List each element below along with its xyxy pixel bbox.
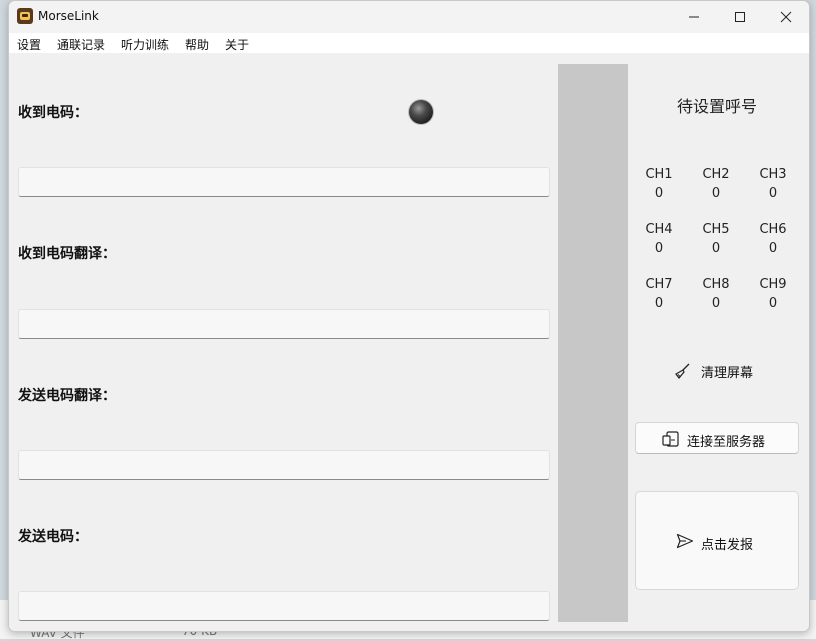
maximize-icon bbox=[735, 12, 745, 22]
received-translation-label: 收到电码翻译： bbox=[18, 246, 116, 262]
send-button[interactable]: 点击发报 bbox=[635, 491, 799, 590]
connect-server-label: 连接至服务器 bbox=[687, 435, 766, 450]
channel-name: CH2 bbox=[702, 167, 730, 182]
channel-name: CH1 bbox=[645, 167, 673, 182]
send-code-label: 发送电码： bbox=[18, 529, 88, 545]
channel-value: 0 bbox=[711, 296, 721, 311]
channel-value: 0 bbox=[711, 241, 721, 256]
panel-separator bbox=[558, 64, 628, 622]
callsign-title: 待设置呼号 bbox=[676, 97, 757, 116]
channel-ch5: CH5 0 bbox=[696, 220, 736, 258]
minimize-icon bbox=[689, 16, 699, 18]
channel-ch8: CH8 0 bbox=[696, 275, 736, 313]
channel-ch6: CH6 0 bbox=[753, 220, 793, 258]
channel-name: CH8 bbox=[702, 277, 730, 292]
channel-value: 0 bbox=[654, 186, 664, 201]
channel-name: CH7 bbox=[645, 277, 673, 292]
window-title: MorseLink bbox=[38, 9, 99, 23]
received-translation-field[interactable] bbox=[18, 309, 550, 339]
channel-ch7: CH7 0 bbox=[639, 275, 679, 313]
menu-bar: 设置 通联记录 听力训练 帮助 关于 bbox=[9, 33, 809, 53]
channel-name: CH3 bbox=[759, 167, 787, 182]
menu-listening-training[interactable]: 听力训练 bbox=[121, 36, 169, 53]
title-bar[interactable]: MorseLink bbox=[9, 1, 809, 33]
app-logo-icon bbox=[17, 8, 33, 24]
send-translation-field[interactable] bbox=[18, 450, 550, 480]
send-icon bbox=[676, 533, 694, 549]
app-window: MorseLink 设置 通联记录 听力训练 帮助 关于 收到电码： 收到电码翻… bbox=[8, 0, 810, 632]
signal-indicator-light bbox=[409, 100, 433, 124]
menu-contact-log[interactable]: 通联记录 bbox=[57, 36, 105, 53]
menu-settings[interactable]: 设置 bbox=[17, 36, 41, 53]
channel-value: 0 bbox=[768, 296, 778, 311]
close-icon bbox=[780, 11, 792, 23]
channel-value: 0 bbox=[768, 186, 778, 201]
close-button[interactable] bbox=[763, 1, 809, 33]
channel-ch9: CH9 0 bbox=[753, 275, 793, 313]
channel-ch2: CH2 0 bbox=[696, 165, 736, 203]
received-code-label: 收到电码： bbox=[18, 105, 88, 121]
minimize-button[interactable] bbox=[671, 1, 717, 33]
send-code-field[interactable] bbox=[18, 591, 550, 621]
menu-help[interactable]: 帮助 bbox=[185, 36, 209, 53]
channel-name: CH6 bbox=[759, 222, 787, 237]
channel-value: 0 bbox=[768, 241, 778, 256]
send-translation-label: 发送电码翻译： bbox=[18, 388, 116, 404]
channel-value: 0 bbox=[711, 186, 721, 201]
clear-screen-label: 清理屏幕 bbox=[701, 366, 754, 381]
channel-value: 0 bbox=[654, 296, 664, 311]
channel-ch4: CH4 0 bbox=[639, 220, 679, 258]
channel-ch1: CH1 0 bbox=[639, 165, 679, 203]
received-code-field[interactable] bbox=[18, 167, 550, 197]
channel-ch3: CH3 0 bbox=[753, 165, 793, 203]
connect-server-button[interactable]: 连接至服务器 bbox=[635, 422, 799, 454]
send-label: 点击发报 bbox=[701, 538, 754, 553]
channel-value: 0 bbox=[654, 241, 664, 256]
channel-name: CH5 bbox=[702, 222, 730, 237]
connect-device-icon bbox=[662, 431, 679, 447]
channel-name: CH4 bbox=[645, 222, 673, 237]
main-content: 收到电码： 收到电码翻译： 发送电码翻译： 发送电码： 待设置呼号 CH1 0 … bbox=[9, 53, 809, 631]
maximize-button[interactable] bbox=[717, 1, 763, 33]
channel-name: CH9 bbox=[759, 277, 787, 292]
broom-icon bbox=[675, 363, 690, 379]
menu-about[interactable]: 关于 bbox=[225, 36, 249, 53]
